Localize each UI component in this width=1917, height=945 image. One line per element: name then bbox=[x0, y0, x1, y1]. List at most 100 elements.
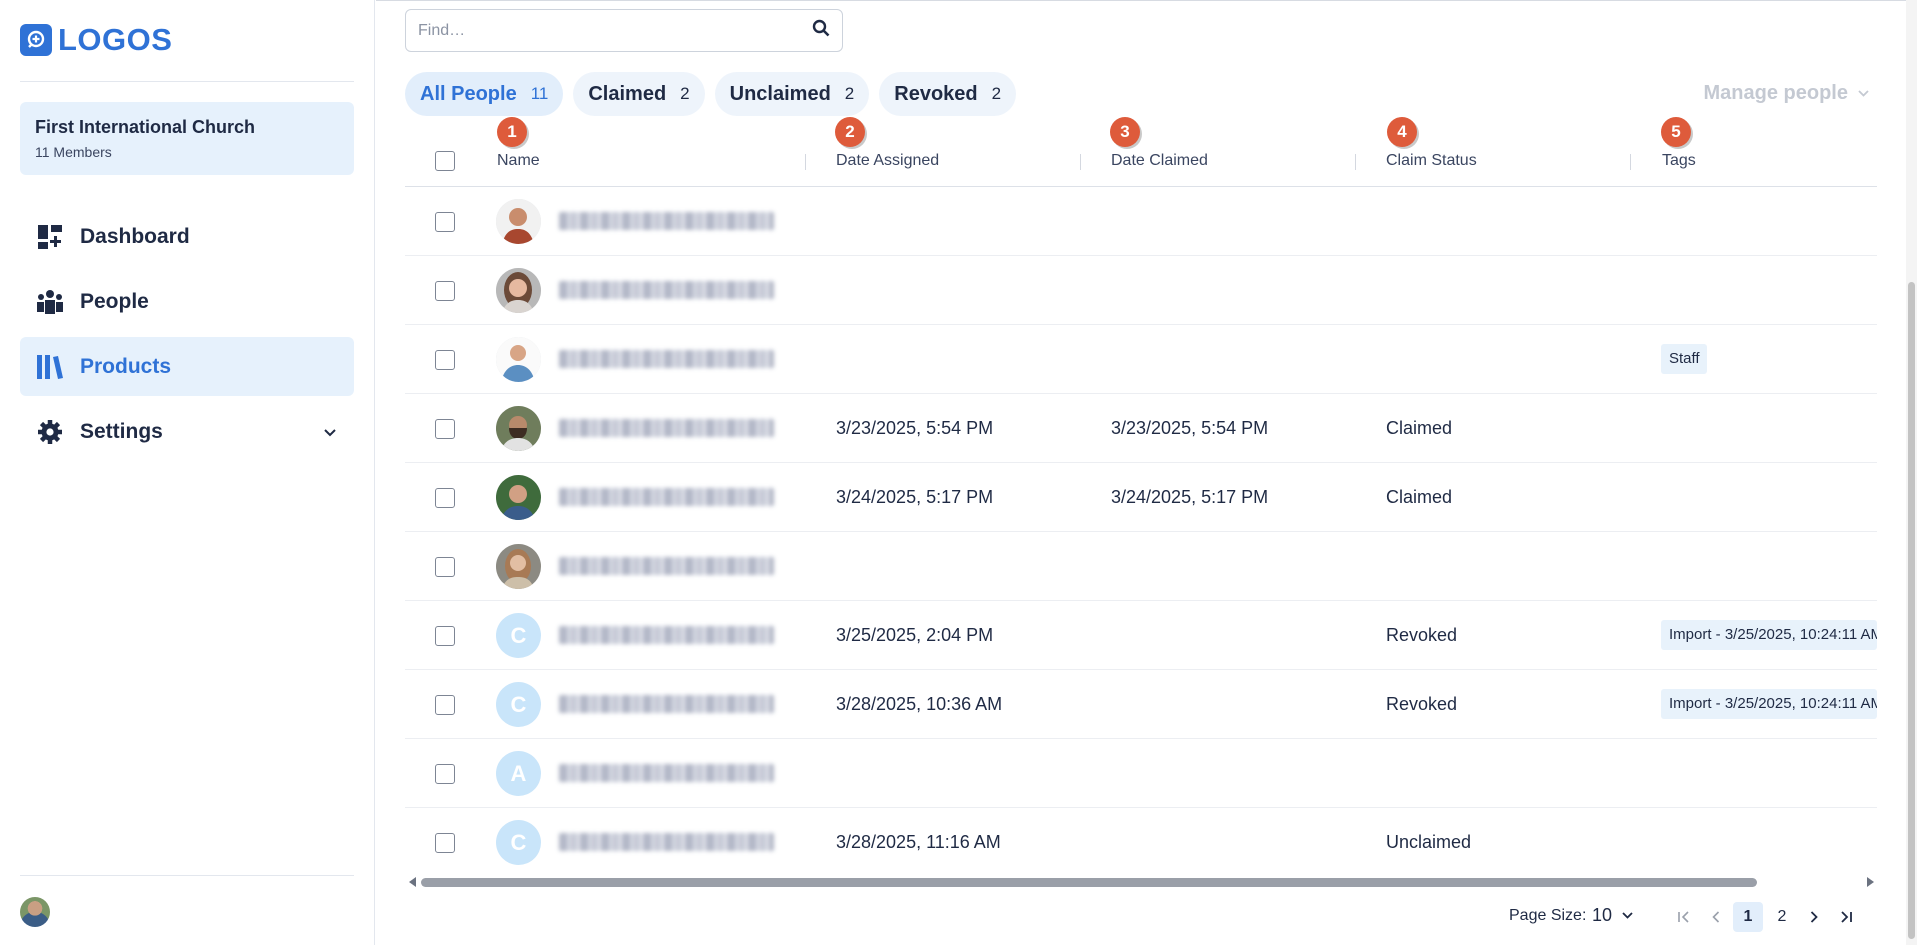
table-row[interactable]: C 3/28/2025, 10:36 AM Revoked Import - 3… bbox=[405, 670, 1877, 739]
tag-badge[interactable]: Staff bbox=[1661, 344, 1707, 374]
column-header-claim-status[interactable]: Claim Status bbox=[1386, 152, 1477, 170]
page-size-select[interactable]: 10 bbox=[1592, 905, 1633, 926]
sidebar-item-dashboard[interactable]: Dashboard bbox=[20, 207, 354, 266]
person-name[interactable] bbox=[559, 626, 774, 644]
person-name[interactable] bbox=[559, 764, 774, 782]
scroll-right-icon[interactable] bbox=[1867, 877, 1874, 887]
row-checkbox[interactable] bbox=[435, 833, 455, 853]
manage-people-label: Manage people bbox=[1703, 82, 1848, 104]
row-checkbox[interactable] bbox=[435, 764, 455, 784]
page-1-button[interactable]: 1 bbox=[1733, 902, 1763, 932]
row-checkbox[interactable] bbox=[435, 557, 455, 577]
sidebar-item-products[interactable]: Products bbox=[20, 337, 354, 396]
products-icon bbox=[36, 353, 64, 381]
first-page-button[interactable] bbox=[1669, 902, 1699, 932]
sidebar-item-people[interactable]: People bbox=[20, 272, 354, 331]
column-separator[interactable] bbox=[1080, 154, 1081, 170]
column-header-date-claimed[interactable]: Date Claimed bbox=[1111, 152, 1208, 170]
last-page-button[interactable] bbox=[1831, 902, 1861, 932]
column-header-name[interactable]: Name bbox=[497, 152, 540, 170]
row-checkbox[interactable] bbox=[435, 419, 455, 439]
row-checkbox[interactable] bbox=[435, 695, 455, 715]
table-row[interactable] bbox=[405, 256, 1877, 325]
org-card[interactable]: First International Church 11 Members bbox=[20, 102, 354, 175]
scrollbar-thumb[interactable] bbox=[1908, 282, 1915, 939]
tab-claimed[interactable]: Claimed 2 bbox=[573, 72, 705, 116]
table-row[interactable] bbox=[405, 532, 1877, 601]
table-row[interactable]: C 3/25/2025, 2:04 PM Revoked Import - 3/… bbox=[405, 601, 1877, 670]
first-page-icon bbox=[1678, 911, 1689, 923]
manage-people-dropdown[interactable]: Manage people bbox=[1704, 82, 1869, 105]
avatar bbox=[496, 475, 541, 520]
person-name[interactable] bbox=[559, 419, 774, 437]
tab-revoked[interactable]: Revoked 2 bbox=[879, 72, 1017, 116]
tab-label: All People bbox=[420, 82, 517, 105]
tab-unclaimed[interactable]: Unclaimed 2 bbox=[714, 72, 870, 116]
tab-count: 11 bbox=[530, 84, 549, 103]
table-row[interactable]: Staff bbox=[405, 325, 1877, 394]
people-table: 1 Name 2 Date Assigned 3 Date Claimed 4 … bbox=[405, 117, 1877, 877]
vertical-scrollbar[interactable] bbox=[1906, 0, 1917, 945]
table-row[interactable]: C 3/28/2025, 11:16 AM Unclaimed bbox=[405, 808, 1877, 877]
step-badge: 2 bbox=[835, 117, 865, 147]
search-icon[interactable] bbox=[812, 19, 830, 42]
logo[interactable]: LOGOS bbox=[20, 22, 172, 58]
column-separator[interactable] bbox=[1630, 154, 1631, 170]
table-row[interactable]: 3/24/2025, 5:17 PM 3/24/2025, 5:17 PM Cl… bbox=[405, 463, 1877, 532]
person-name[interactable] bbox=[559, 281, 774, 299]
sidebar-item-settings[interactable]: Settings bbox=[20, 402, 354, 461]
gear-icon bbox=[36, 418, 64, 446]
person-name[interactable] bbox=[559, 212, 774, 230]
page-size-value: 10 bbox=[1592, 905, 1613, 925]
user-avatar[interactable] bbox=[20, 897, 50, 927]
person-name[interactable] bbox=[559, 557, 774, 575]
chevron-down-icon[interactable] bbox=[324, 424, 336, 442]
person-name[interactable] bbox=[559, 488, 774, 506]
step-badge: 3 bbox=[1110, 117, 1140, 147]
chevron-right-icon bbox=[1810, 911, 1818, 923]
tab-all-people[interactable]: All People 11 bbox=[405, 72, 564, 116]
tab-count: 2 bbox=[991, 84, 1002, 103]
row-checkbox[interactable] bbox=[435, 488, 455, 508]
scrollbar-thumb[interactable] bbox=[421, 878, 1757, 887]
tab-count: 2 bbox=[680, 84, 690, 103]
tag-badge[interactable]: Import - 3/25/2025, 10:24:11 AM bbox=[1661, 620, 1877, 650]
date-claimed: 3/23/2025, 5:54 PM bbox=[1111, 418, 1269, 438]
search-box[interactable] bbox=[405, 9, 843, 52]
column-separator[interactable] bbox=[805, 154, 806, 170]
sidebar: LOGOS First International Church 11 Memb… bbox=[0, 0, 375, 945]
column-header-tags[interactable]: Tags bbox=[1662, 152, 1696, 170]
claim-status: Unclaimed bbox=[1386, 832, 1472, 852]
claim-status: Claimed bbox=[1386, 487, 1453, 507]
person-name[interactable] bbox=[559, 350, 774, 368]
row-checkbox[interactable] bbox=[435, 626, 455, 646]
horizontal-scrollbar[interactable] bbox=[405, 875, 1877, 889]
table-row[interactable]: 3/23/2025, 5:54 PM 3/23/2025, 5:54 PM Cl… bbox=[405, 394, 1877, 463]
table-header: 1 Name 2 Date Assigned 3 Date Claimed 4 … bbox=[405, 117, 1877, 187]
divider bbox=[376, 0, 1917, 1]
table-row[interactable] bbox=[405, 187, 1877, 256]
row-checkbox[interactable] bbox=[435, 212, 455, 232]
claim-status: Revoked bbox=[1386, 625, 1458, 645]
search-input[interactable] bbox=[418, 21, 812, 40]
logo-text: LOGOS bbox=[58, 22, 173, 57]
select-all-checkbox[interactable] bbox=[435, 151, 455, 171]
person-name[interactable] bbox=[559, 695, 774, 713]
next-page-button[interactable] bbox=[1799, 902, 1829, 932]
chevron-down-icon bbox=[1622, 912, 1633, 919]
avatar bbox=[496, 406, 541, 451]
person-name[interactable] bbox=[559, 833, 774, 851]
prev-page-button[interactable] bbox=[1701, 902, 1731, 932]
row-checkbox[interactable] bbox=[435, 281, 455, 301]
page-2-button[interactable]: 2 bbox=[1767, 902, 1797, 932]
tag-badge[interactable]: Import - 3/25/2025, 10:24:11 AM bbox=[1661, 689, 1877, 719]
avatar bbox=[496, 544, 541, 589]
row-checkbox[interactable] bbox=[435, 350, 455, 370]
table-row[interactable]: A bbox=[405, 739, 1877, 808]
divider bbox=[20, 81, 354, 82]
column-separator[interactable] bbox=[1355, 154, 1356, 170]
column-header-date-assigned[interactable]: Date Assigned bbox=[836, 152, 939, 170]
sidebar-item-label: People bbox=[80, 289, 149, 313]
date-claimed: 3/24/2025, 5:17 PM bbox=[1111, 487, 1269, 507]
scroll-left-icon[interactable] bbox=[409, 877, 416, 887]
